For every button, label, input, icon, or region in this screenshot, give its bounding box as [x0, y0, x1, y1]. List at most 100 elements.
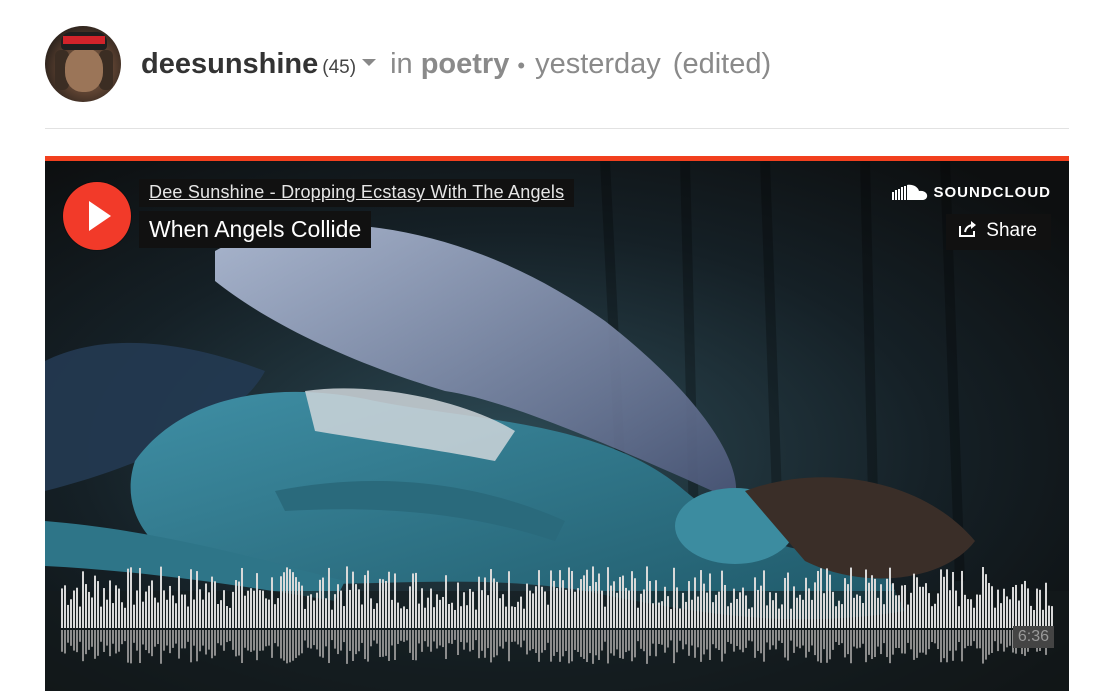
waveform-reflection — [703, 630, 705, 655]
waveform-reflection — [709, 630, 711, 660]
waveform-reflection — [556, 630, 558, 652]
soundcloud-logo[interactable]: SOUNDCLOUD — [891, 184, 1052, 201]
share-button[interactable]: Share — [946, 214, 1051, 250]
waveform-reflection — [799, 630, 801, 649]
waveform-bar — [373, 608, 375, 628]
waveform-bar — [310, 594, 312, 628]
waveform[interactable] — [61, 556, 1053, 676]
waveform-reflection — [682, 630, 684, 650]
waveform-reflection — [985, 630, 987, 660]
waveform-bar — [640, 593, 642, 628]
waveform-bar — [511, 606, 513, 628]
waveform-bar — [811, 599, 813, 628]
avatar[interactable] — [45, 26, 121, 102]
waveform-reflection — [445, 630, 447, 660]
waveform-reflection — [418, 630, 420, 644]
track-title[interactable]: When Angels Collide — [139, 211, 372, 248]
waveform-bar — [688, 581, 690, 628]
chevron-down-icon[interactable] — [362, 58, 377, 66]
waveform-bar — [898, 595, 900, 628]
waveform-reflection — [208, 630, 210, 650]
waveform-bar — [214, 581, 216, 628]
waveform-bar — [568, 567, 570, 628]
waveform-reflection — [604, 630, 606, 642]
waveform-reflection — [658, 630, 660, 644]
waveform-bar — [202, 599, 204, 628]
waveform-bar — [67, 604, 69, 628]
author-link[interactable]: deesunshine — [141, 48, 318, 80]
in-label: in — [390, 48, 413, 80]
waveform-bar — [1045, 582, 1047, 628]
waveform-bar — [418, 603, 420, 628]
waveform-bar — [424, 607, 426, 628]
waveform-reflection — [457, 630, 459, 656]
waveform-bar — [295, 577, 297, 628]
waveform-bar — [988, 582, 990, 628]
waveform-bar — [793, 586, 795, 628]
waveform-bar — [391, 599, 393, 628]
waveform-bar — [100, 606, 102, 628]
waveform-reflection — [481, 630, 483, 651]
community-link[interactable]: poetry — [421, 48, 510, 80]
waveform-reflection — [337, 630, 339, 655]
waveform-bar — [112, 603, 114, 628]
waveform-bar — [655, 580, 657, 628]
waveform-reflection — [328, 630, 330, 664]
waveform-bar — [361, 604, 363, 628]
waveform-bar — [1006, 596, 1008, 628]
waveform-reflection — [844, 630, 846, 658]
play-button[interactable] — [63, 182, 131, 250]
waveform-bar — [934, 603, 936, 628]
waveform-bar — [370, 598, 372, 628]
waveform-reflection — [964, 630, 966, 649]
waveform-reflection — [253, 630, 255, 651]
waveform-bar — [577, 588, 579, 628]
waveform-reflection — [958, 630, 960, 642]
post-timestamp[interactable]: yesterday — [535, 48, 661, 80]
waveform-bar — [64, 585, 66, 628]
waveform-bar — [820, 568, 822, 628]
waveform-bar — [802, 599, 804, 628]
waveform-bar — [70, 599, 72, 628]
waveform-bar — [643, 589, 645, 628]
waveform-reflection — [694, 630, 696, 658]
waveform-bar — [199, 589, 201, 628]
waveform-bar — [661, 601, 663, 628]
waveform-bar — [877, 597, 879, 628]
waveform-bar — [436, 594, 438, 628]
waveform-bar — [646, 566, 648, 628]
waveform-reflection — [316, 630, 318, 650]
waveform-bar — [481, 590, 483, 628]
waveform-reflection — [460, 630, 462, 642]
waveform-reflection — [289, 630, 291, 663]
waveform-bar — [172, 595, 174, 628]
waveform-reflection — [595, 630, 597, 656]
waveform-bar — [931, 606, 933, 628]
waveform-reflection — [250, 630, 252, 652]
waveform-bar — [160, 566, 162, 628]
waveform-reflection — [718, 630, 720, 650]
waveform-bar — [895, 595, 897, 628]
waveform-reflection — [97, 630, 99, 656]
waveform-bar — [748, 608, 750, 628]
waveform-bar — [961, 570, 963, 628]
waveform-reflection — [586, 630, 588, 663]
waveform-bar — [301, 585, 303, 628]
waveform-reflection — [679, 630, 681, 641]
waveform-bar — [502, 594, 504, 628]
waveform-bar — [637, 607, 639, 628]
waveform-bar — [1036, 588, 1038, 628]
track-uploader-link[interactable]: Dee Sunshine - Dropping Ecstasy With The… — [139, 179, 575, 207]
byline: deesunshine (45) in poetry • yesterday (edite… — [141, 44, 771, 88]
waveform-reflection — [571, 630, 573, 662]
waveform-bar — [574, 591, 576, 628]
waveform-reflection — [628, 630, 630, 651]
waveform-bar — [271, 577, 273, 628]
waveform-reflection — [109, 630, 111, 657]
waveform-reflection — [280, 630, 282, 659]
waveform-bar — [964, 594, 966, 628]
waveform-bar — [664, 586, 666, 628]
waveform-reflection — [700, 630, 702, 662]
waveform-reflection — [475, 630, 477, 641]
waveform-bar — [148, 585, 150, 628]
